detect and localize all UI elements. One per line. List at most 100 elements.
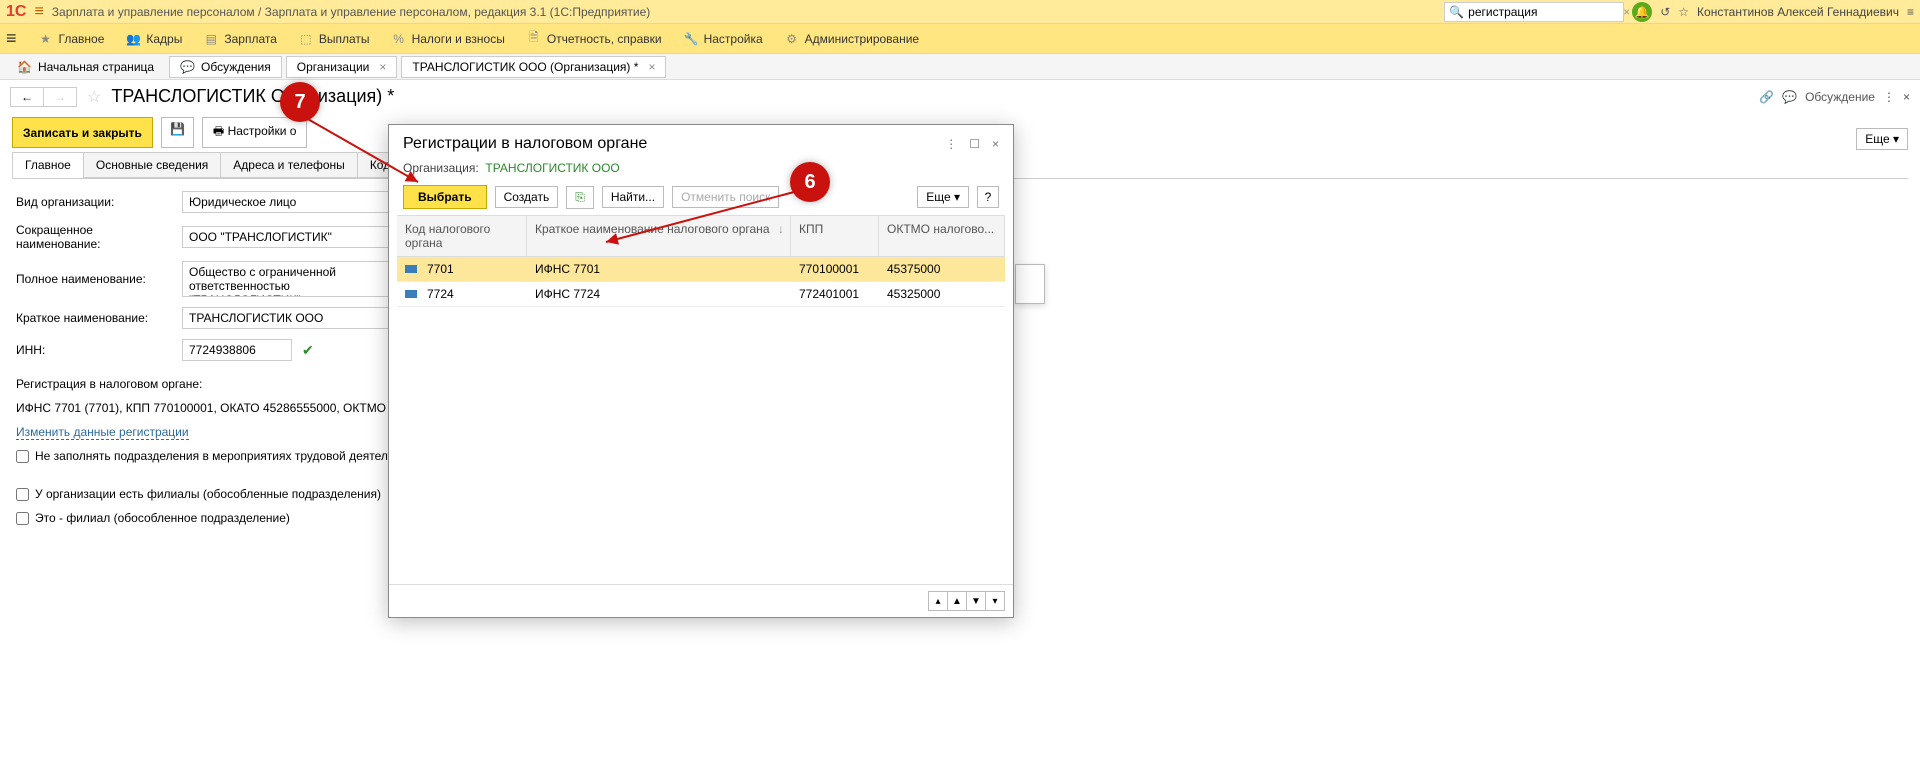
scroll-up-icon[interactable]: ▲ xyxy=(947,591,967,611)
col-oktmo[interactable]: ОКТМО налогово... xyxy=(879,216,1005,256)
menu-taxes[interactable]: %Налоги и взносы xyxy=(392,32,505,46)
menu-staff[interactable]: 👥Кадры xyxy=(126,32,182,46)
underlying-dialog-peek xyxy=(1015,264,1045,304)
col-code[interactable]: Код налогового органа xyxy=(397,216,527,256)
find-button[interactable]: Найти... xyxy=(602,186,664,208)
kebab-icon[interactable]: ⋮ xyxy=(1883,90,1895,104)
dialog-footer: ▴ ▲ ▼ ▾ xyxy=(389,584,1013,617)
user-name[interactable]: Константинов Алексей Геннадиевич xyxy=(1697,5,1899,19)
short-name-label: Сокращенное наименование: xyxy=(16,223,176,251)
menu-icon[interactable]: ≡ xyxy=(6,28,17,49)
col-kpp[interactable]: КПП xyxy=(791,216,879,256)
brief-name-label: Краткое наименование: xyxy=(16,311,176,325)
more-button[interactable]: Еще ▾ xyxy=(1856,128,1908,150)
menu-admin[interactable]: ⚙Администрирование xyxy=(785,32,919,46)
close-icon[interactable]: × xyxy=(648,60,655,74)
short-name-input[interactable] xyxy=(182,226,402,248)
menu-settings[interactable]: 🔧Настройка xyxy=(684,32,763,46)
percent-icon: % xyxy=(392,32,406,46)
money-icon: ▤ xyxy=(204,32,218,46)
people-icon: 👥 xyxy=(126,32,140,46)
chat-icon: 💬 xyxy=(180,60,195,74)
sort-asc-icon: ↓ xyxy=(778,222,784,236)
maximize-icon[interactable]: ☐ xyxy=(969,137,980,151)
check-icon: ✔ xyxy=(302,342,314,359)
dialog-org-link[interactable]: ТРАНСЛОГИСТИК ООО xyxy=(485,161,619,175)
menu-home[interactable]: ★Главное xyxy=(39,32,105,46)
inn-label: ИНН: xyxy=(16,343,176,357)
scroll-down-icon[interactable]: ▼ xyxy=(966,591,986,611)
printer-icon: 🖶 xyxy=(213,124,228,138)
tab-current[interactable]: ТРАНСЛОГИСТИК ООО (Организация) *× xyxy=(401,56,666,78)
top-bar: 1C ≡ Зарплата и управление персоналом / … xyxy=(0,0,1920,24)
nav-arrows: ← → xyxy=(10,87,77,107)
bell-icon[interactable]: 🔔 xyxy=(1632,2,1652,22)
org-type-input[interactable] xyxy=(182,191,402,213)
scroll-bottom-icon[interactable]: ▾ xyxy=(985,591,1005,611)
back-button[interactable]: ← xyxy=(11,88,44,106)
favorite-star-icon[interactable]: ☆ xyxy=(87,87,101,107)
row-icon xyxy=(405,290,417,298)
select-button[interactable]: Выбрать xyxy=(403,185,487,209)
wallet-icon: ⬚ xyxy=(299,32,313,46)
history-icon[interactable]: ↺ xyxy=(1660,5,1670,19)
tab-start[interactable]: 🏠Начальная страница xyxy=(6,55,165,79)
link-icon[interactable]: 🔗 xyxy=(1759,90,1774,104)
dialog-org-label: Организация: xyxy=(403,161,479,175)
settings-icon[interactable]: ≡ xyxy=(1907,5,1914,19)
full-name-label: Полное наименование: xyxy=(16,272,176,286)
search-icon: 🔍 xyxy=(1449,5,1464,19)
copy-icon: ⎘ xyxy=(575,190,585,204)
print-settings-button[interactable]: 🖶 Настройки о xyxy=(202,117,308,148)
copy-button[interactable]: ⎘ xyxy=(566,186,594,209)
app-title: Зарплата и управление персоналом / Зарпл… xyxy=(52,5,1444,19)
global-search[interactable]: 🔍 × xyxy=(1444,2,1624,22)
brief-name-input[interactable] xyxy=(182,307,402,329)
clear-search-icon[interactable]: × xyxy=(1623,5,1630,19)
callout-7: 7 xyxy=(280,82,320,122)
tab-discussions[interactable]: 💬Обсуждения xyxy=(169,56,282,78)
close-dialog-icon[interactable]: × xyxy=(992,137,999,151)
menu-salary[interactable]: ▤Зарплата xyxy=(204,32,277,46)
hamburger-icon[interactable]: ≡ xyxy=(34,3,43,21)
kebab-icon[interactable]: ⋮ xyxy=(945,137,957,151)
cancel-find-button: Отменить поиск xyxy=(672,186,779,208)
callout-6: 6 xyxy=(790,162,830,202)
help-button[interactable]: ? xyxy=(977,186,999,208)
save-button[interactable]: 💾 xyxy=(161,117,194,148)
home-icon: 🏠 xyxy=(17,60,32,74)
inner-tab-basic[interactable]: Основные сведения xyxy=(83,152,221,178)
forward-button[interactable]: → xyxy=(44,88,76,106)
table-row[interactable]: 7701 ИФНС 7701 770100001 45375000 xyxy=(397,257,1005,282)
col-name[interactable]: Краткое наименование налогового органа↓ xyxy=(527,216,791,256)
close-icon[interactable]: × xyxy=(379,60,386,74)
main-menu: ≡ ★Главное 👥Кадры ▤Зарплата ⬚Выплаты %На… xyxy=(0,24,1920,54)
scroll-top-icon[interactable]: ▴ xyxy=(928,591,948,611)
org-type-label: Вид организации: xyxy=(16,195,176,209)
search-input[interactable] xyxy=(1468,5,1623,19)
logo-1c: 1C xyxy=(6,3,26,21)
dialog-title: Регистрации в налоговом органе xyxy=(403,135,945,153)
save-close-button[interactable]: Записать и закрыть xyxy=(12,117,153,148)
menu-payments[interactable]: ⬚Выплаты xyxy=(299,32,370,46)
close-page-icon[interactable]: × xyxy=(1903,90,1910,104)
table-header: Код налогового органа Краткое наименован… xyxy=(397,215,1005,257)
inner-tab-main[interactable]: Главное xyxy=(12,152,84,178)
discussion-icon[interactable]: 💬 xyxy=(1782,90,1797,104)
tab-organizations[interactable]: Организации× xyxy=(286,56,398,78)
dialog-more-button[interactable]: Еще ▾ xyxy=(917,186,969,208)
inn-input[interactable] xyxy=(182,339,292,361)
disk-icon: 💾 xyxy=(170,122,185,143)
discussion-label[interactable]: Обсуждение xyxy=(1805,90,1875,104)
inner-tab-addresses[interactable]: Адреса и телефоны xyxy=(220,152,358,178)
create-button[interactable]: Создать xyxy=(495,186,559,208)
tab-bar: 🏠Начальная страница 💬Обсуждения Организа… xyxy=(0,54,1920,80)
menu-reports[interactable]: 🗎Отчетность, справки xyxy=(527,28,662,49)
registrations-dialog: Регистрации в налоговом органе ⋮ ☐ × Орг… xyxy=(388,124,1014,618)
change-registration-link[interactable]: Изменить данные регистрации xyxy=(16,425,189,440)
star-icon[interactable]: ☆ xyxy=(1678,5,1689,19)
table-row[interactable]: 7724 ИФНС 7724 772401001 45325000 xyxy=(397,282,1005,307)
full-name-input[interactable] xyxy=(182,261,402,297)
wrench-icon: 🔧 xyxy=(684,32,698,46)
star-icon: ★ xyxy=(39,32,53,46)
